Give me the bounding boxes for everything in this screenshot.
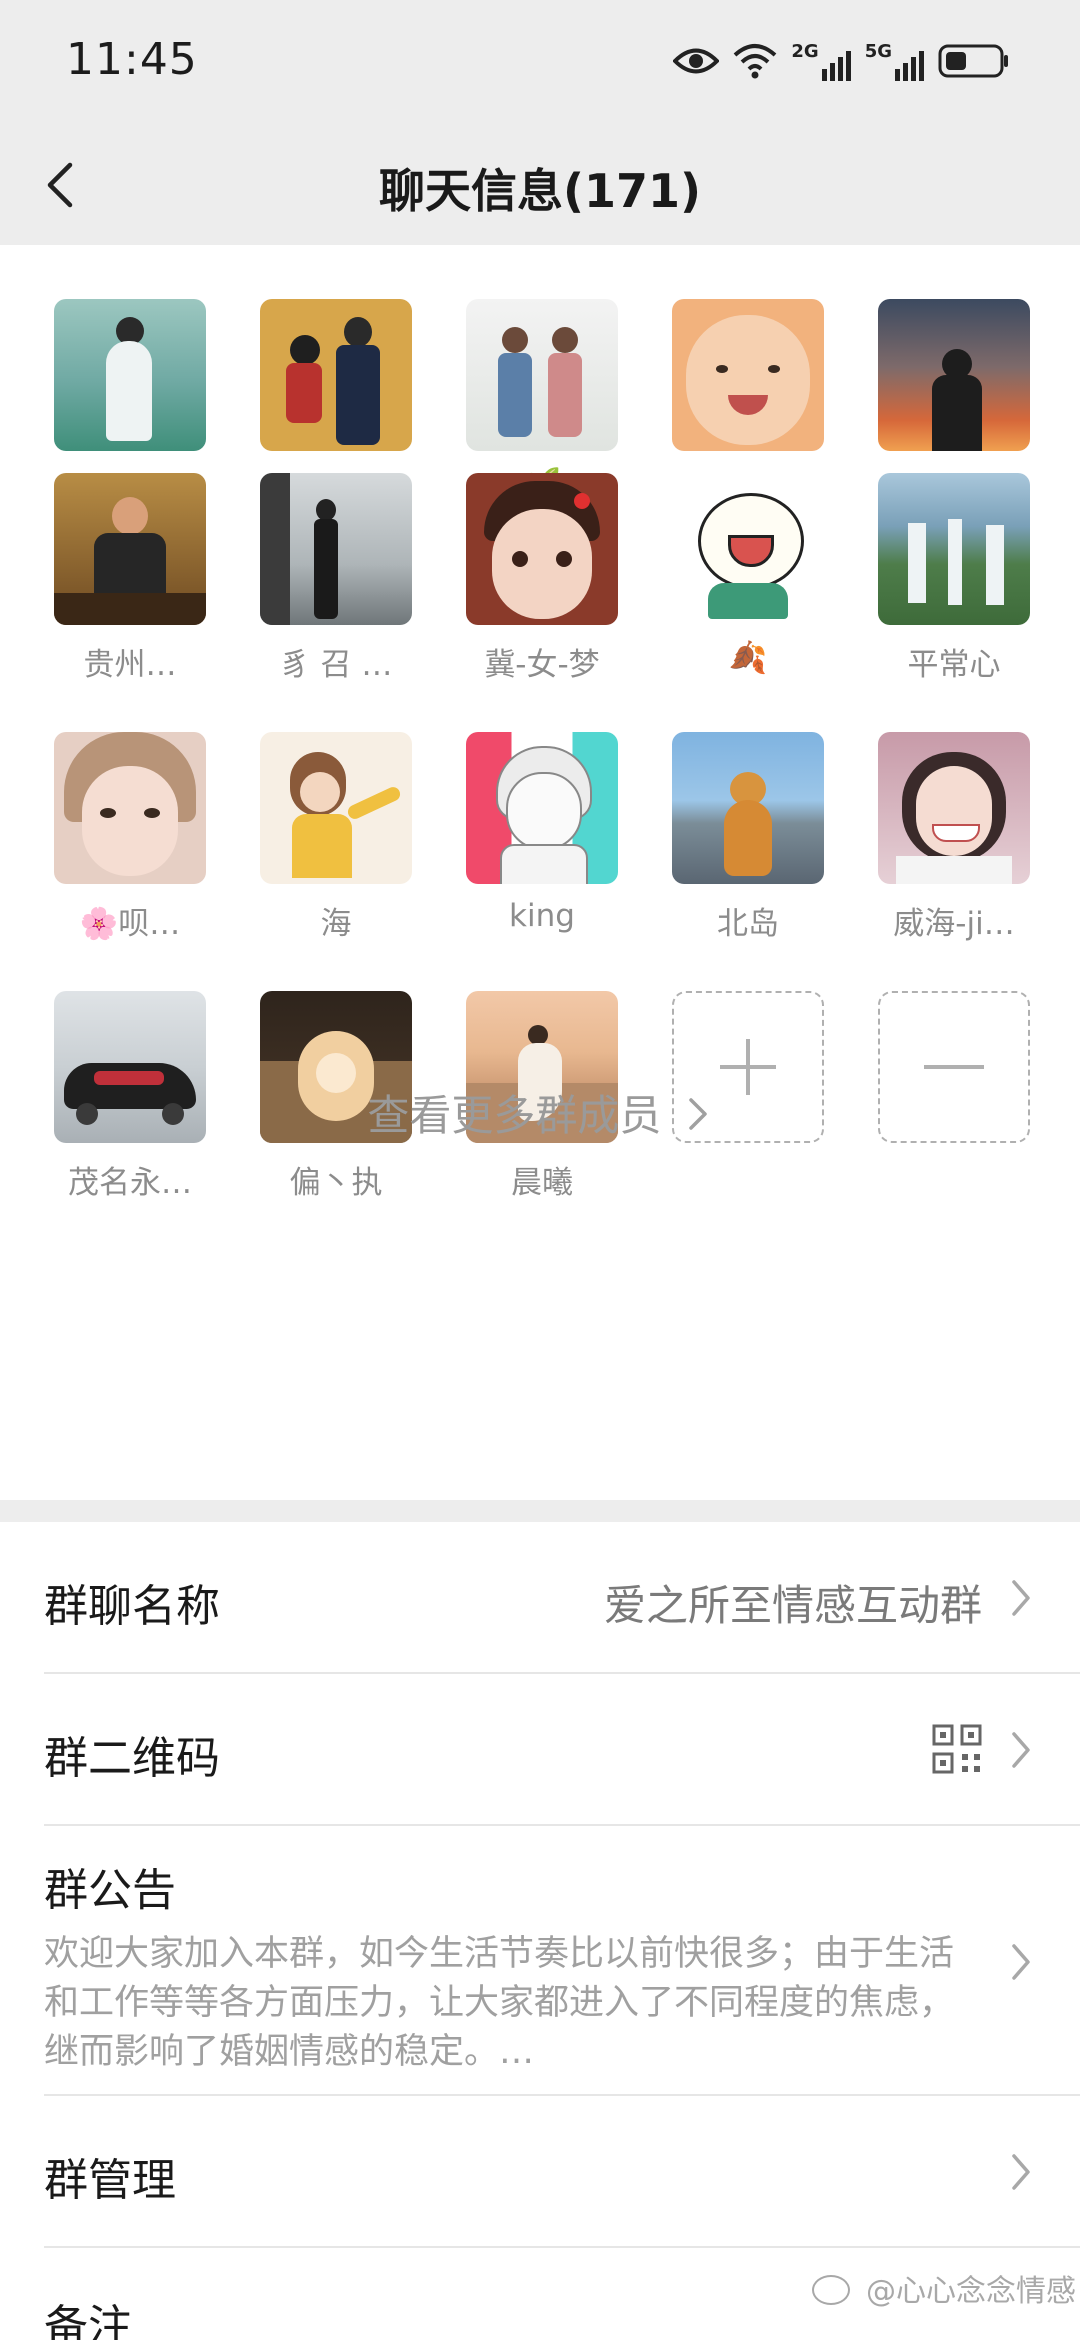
wifi-icon — [734, 44, 777, 79]
group-manage-row[interactable]: 群管理 — [0, 2096, 1080, 2246]
avatar — [878, 473, 1030, 625]
avatar — [672, 299, 824, 451]
more-members-label: 查看更多群成员 — [367, 1091, 662, 1140]
member-item[interactable]: 北岛 — [668, 732, 828, 952]
battery-icon — [938, 44, 1008, 78]
member-item[interactable]: 海 — [256, 732, 416, 952]
status-time: 11:45 — [66, 34, 198, 85]
remark-label: 备注 — [44, 2301, 132, 2340]
signal-2g-label: 2G — [791, 41, 819, 62]
signal-5g-icon: 5G — [865, 41, 924, 81]
member-item[interactable]: 贵州… — [50, 473, 210, 693]
avatar — [466, 299, 618, 451]
group-name-value: 爱之所至情感互动群 — [603, 1581, 982, 1630]
watermark: @心心念念情感 — [812, 2266, 1076, 2310]
member-name: 🌸呗… — [79, 906, 181, 942]
avatar — [672, 473, 824, 625]
qr-code-icon — [932, 1724, 982, 1774]
group-notice-label: 群公告 — [44, 1865, 176, 1916]
member-name: 豸 召 … — [279, 647, 393, 683]
chevron-right-icon — [1012, 2154, 1030, 2190]
avatar — [878, 732, 1030, 884]
member-item[interactable]: 平常心 — [874, 473, 1034, 693]
avatar — [260, 473, 412, 625]
weibo-icon — [812, 2275, 851, 2305]
avatar — [54, 299, 206, 451]
group-notice-text: 欢迎大家加入本群，如今生活节奏比以前快很多；由于生活和工作等等各方面压力，让大家… — [44, 1934, 955, 2072]
member-item[interactable]: 🌸呗… — [50, 732, 210, 952]
eye-icon — [673, 48, 720, 74]
avatar — [466, 732, 618, 884]
group-manage-label: 群管理 — [44, 2155, 176, 2206]
member-item[interactable]: 豸 召 … — [256, 473, 416, 693]
member-item[interactable]: king — [462, 732, 622, 952]
chevron-right-icon — [688, 1098, 707, 1130]
member-name: 茂名永… — [68, 1165, 192, 1201]
watermark-text: @心心念念情感 — [866, 2274, 1076, 2309]
nav-bar: 聊天信息(171) — [0, 125, 1080, 245]
member-name: king — [509, 898, 575, 934]
member-item[interactable]: 🍂 — [668, 473, 828, 693]
member-name: 冀-女-梦 — [484, 647, 600, 683]
status-bar: 11:45 2G 5G — [0, 0, 1080, 125]
avatar — [260, 299, 412, 451]
member-name: 海 — [320, 906, 352, 942]
members-panel: 无锡一… 苏州-… 🌱 广东-… 叶 — [0, 245, 1080, 1500]
page-title: 聊天信息(171) — [378, 164, 702, 218]
member-name: 威海-ji… — [893, 906, 1015, 942]
signal-2g-icon: 2G — [791, 41, 851, 81]
avatar — [878, 299, 1030, 451]
qr-code-label: 群二维码 — [44, 1733, 220, 1784]
chevron-right-icon — [1012, 1732, 1030, 1768]
member-item[interactable]: 冀-女-梦 — [462, 473, 622, 693]
member-name: 贵州… — [83, 647, 177, 683]
member-name: 平常心 — [907, 647, 1001, 683]
member-name: 北岛 — [717, 906, 779, 942]
more-members-link[interactable]: 查看更多群成员 — [0, 1082, 1080, 1143]
chevron-right-icon — [1012, 1580, 1030, 1616]
member-name: 🍂 — [728, 640, 768, 676]
group-name-row[interactable]: 群聊名称 爱之所至情感互动群 — [0, 1522, 1080, 1672]
chevron-right-icon — [1012, 1944, 1030, 1980]
avatar — [54, 732, 206, 884]
avatar — [672, 732, 824, 884]
group-name-label: 群聊名称 — [44, 1581, 220, 1632]
member-name: 偏丶执 — [289, 1165, 383, 1201]
qr-code-row[interactable]: 群二维码 — [0, 1674, 1080, 1824]
avatar — [260, 732, 412, 884]
member-item[interactable]: 威海-ji… — [874, 732, 1034, 952]
signal-5g-label: 5G — [864, 41, 892, 62]
status-icons: 2G 5G — [673, 38, 1010, 84]
avatar — [54, 473, 206, 625]
member-name: 晨曦 — [511, 1165, 573, 1201]
avatar — [466, 473, 618, 625]
